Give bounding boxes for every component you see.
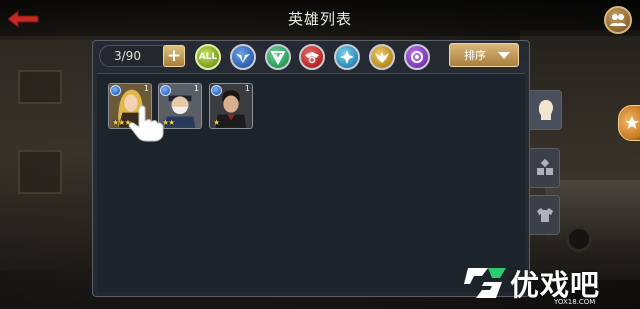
friends-icon: [610, 14, 626, 26]
hero-level: 1: [143, 84, 149, 93]
background-building: [0, 40, 95, 270]
sort-label: 排序: [464, 49, 486, 62]
filter-faction-blue-button[interactable]: [230, 44, 256, 70]
background-truck-wheel: [566, 226, 592, 252]
hero-stars: ★: [213, 118, 220, 127]
chevron-down-icon: [498, 52, 510, 59]
filter-faction-gold-button[interactable]: [369, 44, 395, 70]
hero-level: 1: [193, 84, 199, 93]
winged-emblem-icon: [375, 52, 389, 63]
star-icon: [625, 116, 639, 129]
v-shield-icon: [270, 51, 286, 65]
hero-card[interactable]: 1 ★: [209, 83, 253, 129]
tab-hero-pieces[interactable]: [530, 148, 560, 188]
wings-shield-icon: [236, 54, 250, 63]
star-burst-icon: [340, 50, 354, 64]
head-silhouette-icon: [538, 100, 553, 120]
watermark-url: YOX18.COM: [554, 298, 596, 306]
filter-faction-red-button[interactable]: [299, 44, 325, 70]
shards-icon: [536, 159, 553, 175]
side-notification-button[interactable]: [618, 105, 640, 141]
top-bar: 英雄列表: [0, 0, 640, 36]
faction-badge-icon: [160, 85, 171, 96]
eagle-icon: [305, 52, 319, 64]
page-title: 英雄列表: [287, 10, 352, 28]
faction-badge-icon: [110, 85, 121, 96]
filter-all-button[interactable]: ALL: [195, 44, 221, 70]
sort-dropdown[interactable]: 排序: [449, 43, 519, 67]
orb-icon: [411, 51, 423, 63]
faction-badge-icon: [211, 85, 222, 96]
friends-button[interactable]: [604, 6, 632, 34]
filter-faction-green-button[interactable]: [265, 44, 291, 70]
add-capacity-button[interactable]: +: [163, 45, 185, 67]
shirt-icon: [536, 208, 553, 222]
filter-faction-cyan-button[interactable]: [334, 44, 360, 70]
tap-hand-icon: [128, 105, 164, 142]
filter-faction-purple-button[interactable]: [404, 44, 430, 70]
hero-level: 1: [244, 84, 250, 93]
watermark: 优戏吧 YOX18.COM: [458, 262, 640, 309]
tab-hero-portrait[interactable]: [530, 90, 562, 130]
watermark-logo-icon: [464, 268, 506, 298]
tab-hero-gear[interactable]: [530, 195, 560, 235]
hero-list-panel: 3/90 + ALL 排序 1 ★★★ 1 ★★ 1 ★: [92, 40, 530, 297]
